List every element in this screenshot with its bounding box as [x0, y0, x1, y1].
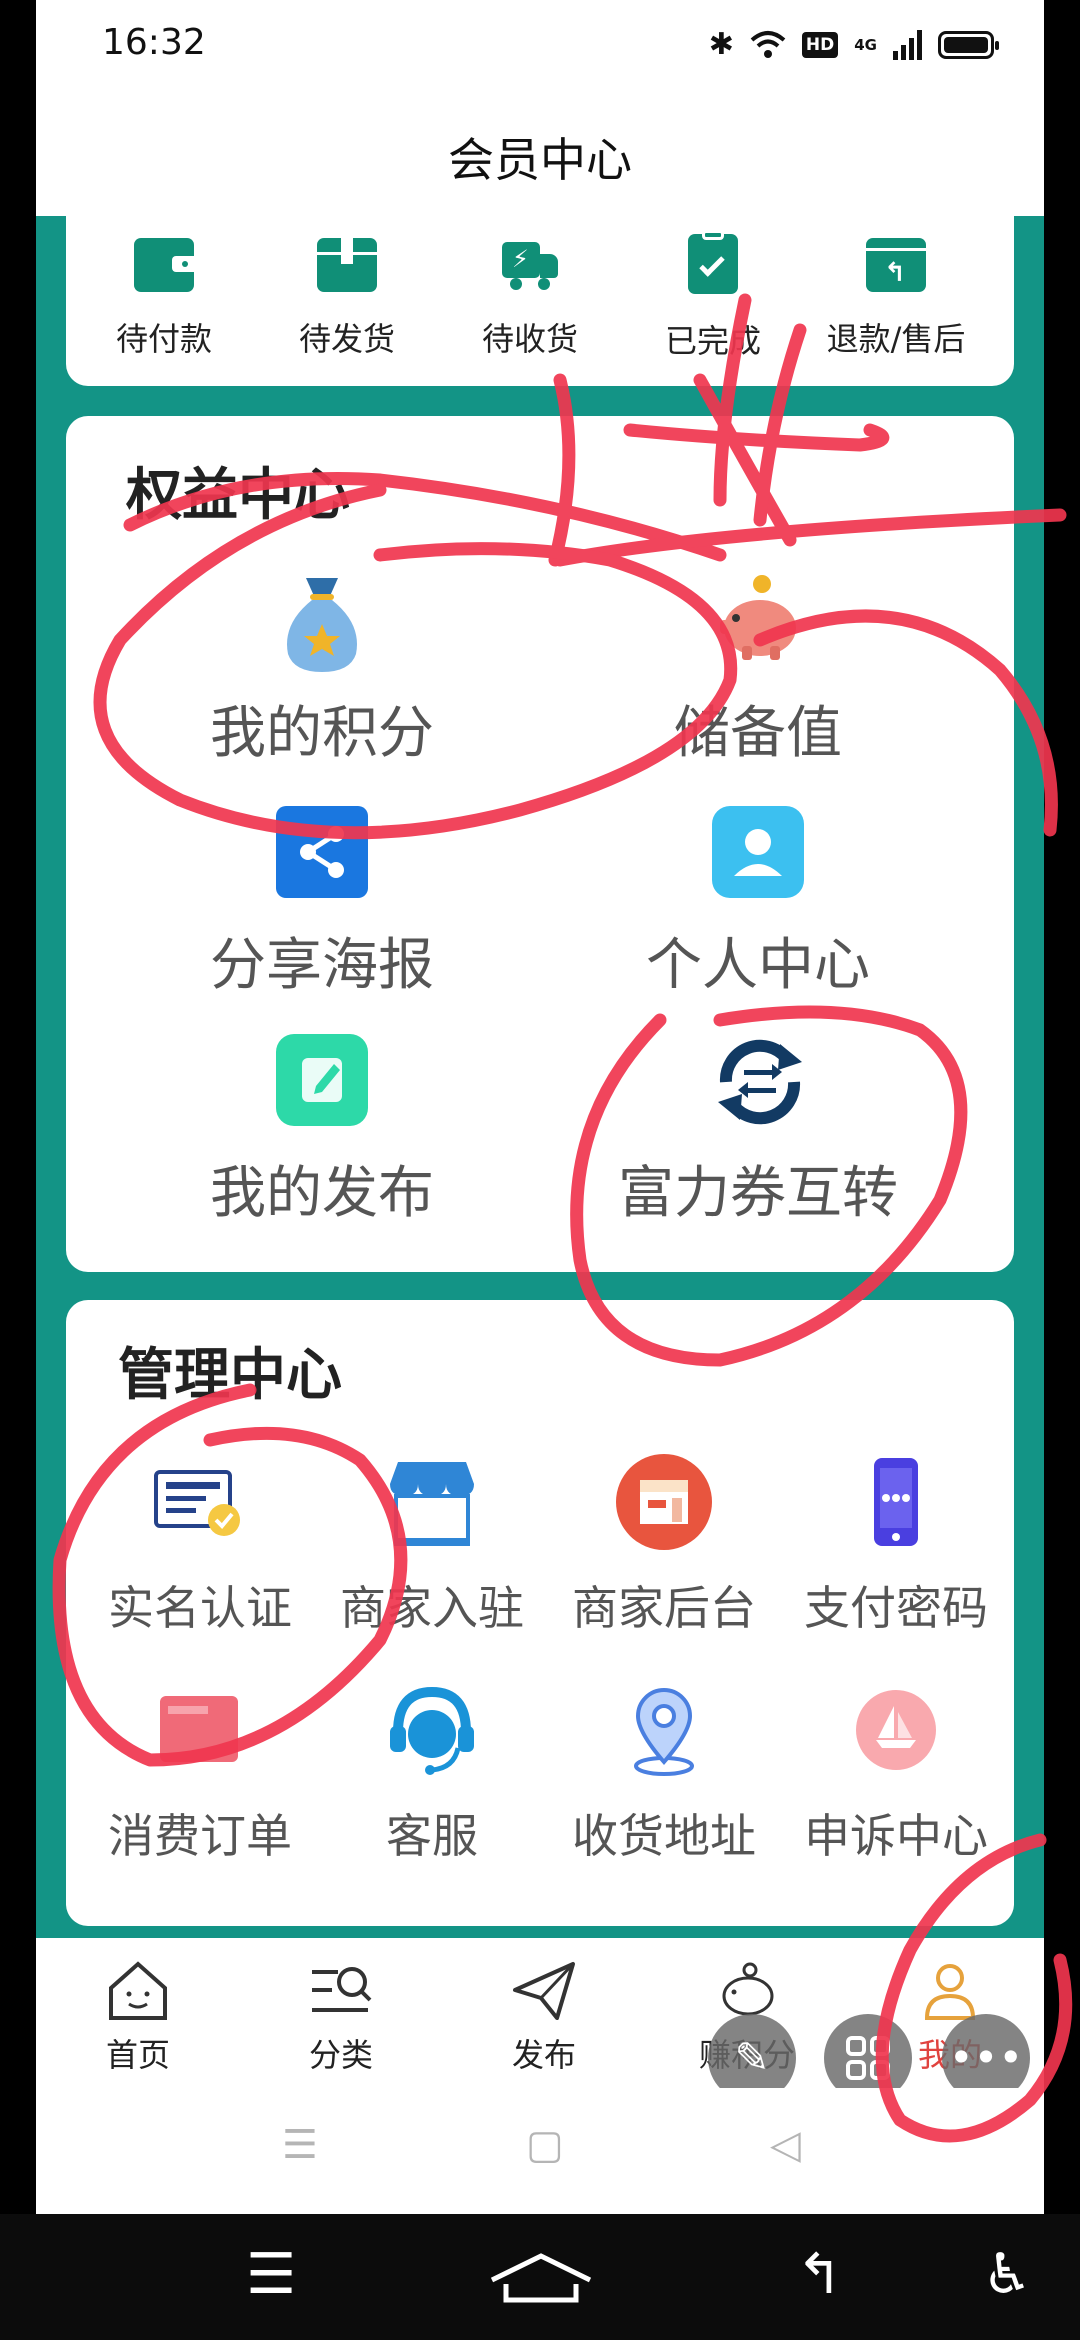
nav-home-label: 首页: [105, 2036, 170, 2074]
paper-plane-icon: [511, 1960, 577, 2022]
benefit-my-posts-label: 我的发布: [210, 1161, 434, 1226]
shop-dashboard-icon: [616, 1454, 712, 1550]
home-square-icon[interactable]: ▢: [526, 2122, 564, 2168]
grid-icon: [846, 2036, 890, 2080]
edit-note-icon: [276, 1034, 368, 1126]
home-icon: [105, 1960, 171, 2022]
benefit-reserve-value-label: 储备值: [674, 701, 842, 766]
mgmt-merchant-join-label: 商家入驻: [340, 1581, 524, 1635]
soft-navigation-bar: ☰ ▢ ◁: [36, 2088, 1044, 2214]
status-time: 16:32: [102, 22, 206, 63]
storefront-icon: [384, 1454, 480, 1550]
id-card-check-icon: [152, 1454, 248, 1550]
back-triangle-icon[interactable]: ◁: [770, 2122, 801, 2168]
user-icon: [917, 1960, 983, 2022]
order-completed[interactable]: 已完成: [628, 230, 798, 378]
mgmt-payment-password[interactable]: 支付密码: [780, 1454, 1012, 1638]
mgmt-merchant-backend[interactable]: 商家后台: [548, 1454, 780, 1638]
mgmt-consumption-orders[interactable]: 消费订单: [84, 1682, 316, 1866]
money-bag-icon: [276, 574, 368, 672]
phone-password-icon: [848, 1454, 944, 1550]
mgmt-real-name-verification[interactable]: 实名认证: [84, 1454, 316, 1638]
mgmt-appeal-center[interactable]: 申诉中心: [780, 1682, 1012, 1866]
delivery-truck-icon: ⚡: [500, 238, 560, 292]
clipboard-check-icon: [688, 230, 738, 294]
device-navigation-bar: ☰ ↰ ♿: [0, 2214, 1080, 2340]
mgmt-shipping-address[interactable]: 收货地址: [548, 1682, 780, 1866]
order-pending-shipment-label: 待发货: [298, 320, 395, 358]
order-pending-payment-label: 待付款: [115, 320, 212, 358]
title-bar: 会员中心: [36, 90, 1044, 216]
battery-icon: [938, 31, 999, 59]
person-icon: [712, 806, 804, 898]
network-type: 4G: [854, 36, 877, 54]
return-box-icon: ↰: [866, 238, 926, 292]
mgmt-customer-service[interactable]: 客服: [316, 1682, 548, 1866]
order-completed-label: 已完成: [664, 322, 761, 360]
wallet-icon: [134, 238, 194, 292]
benefit-coupon-transfer[interactable]: 富力券互转: [548, 1034, 968, 1229]
benefit-share-poster-label: 分享海报: [210, 933, 434, 998]
phone-screen: 16:32 ✱ HD 4G 会员中心 待付款 待发货 ⚡ 待收货 已完成 ↰ 退…: [36, 0, 1044, 2214]
benefit-my-posts[interactable]: 我的发布: [112, 1034, 532, 1229]
wifi-icon: [750, 31, 786, 58]
pencil-icon: ✎: [734, 2033, 770, 2082]
nav-publish[interactable]: 发布: [464, 1960, 624, 2076]
headset-agent-icon: [384, 1682, 480, 1778]
order-refund-aftersale[interactable]: ↰ 退款/售后: [811, 238, 981, 378]
order-pending-shipment[interactable]: 待发货: [262, 238, 432, 378]
mgmt-payment-password-label: 支付密码: [804, 1581, 988, 1635]
more-dots-icon: •••: [948, 2033, 1024, 2082]
mgmt-real-name-verification-label: 实名认证: [108, 1581, 292, 1635]
location-pin-icon: [616, 1682, 712, 1778]
status-icons: ✱ HD 4G: [708, 24, 999, 66]
menu-icon[interactable]: ☰: [282, 2122, 318, 2168]
device-back-icon[interactable]: ↰: [796, 2242, 843, 2307]
benefit-share-poster[interactable]: 分享海报: [112, 806, 532, 1001]
management-card: 管理中心 实名认证 商家入驻 商家后台 支付密码 消费订单 客服 收货地址 申诉…: [66, 1300, 1014, 1926]
hd-badge: HD: [801, 32, 839, 58]
bluetooth-icon: ✱: [708, 27, 734, 62]
management-title: 管理中心: [118, 1343, 342, 1408]
accessibility-icon[interactable]: ♿: [982, 2242, 1032, 2307]
benefits-title: 权益中心: [126, 463, 350, 528]
exchange-icon: [712, 1034, 804, 1126]
benefit-reserve-value[interactable]: 储备值: [548, 574, 968, 769]
package-icon: [317, 238, 377, 292]
device-home-icon[interactable]: [486, 2250, 596, 2310]
receipt-icon: [152, 1682, 248, 1778]
order-pending-receipt-label: 待收货: [481, 320, 578, 358]
page-title: 会员中心: [448, 133, 632, 187]
piggy-bank-icon: [712, 574, 804, 666]
order-pending-payment[interactable]: 待付款: [79, 238, 249, 378]
mgmt-merchant-join[interactable]: 商家入驻: [316, 1454, 548, 1638]
benefit-my-points[interactable]: 我的积分: [112, 574, 532, 769]
order-pending-receipt[interactable]: ⚡ 待收货: [445, 238, 615, 378]
share-icon: [276, 806, 368, 898]
mgmt-merchant-backend-label: 商家后台: [572, 1581, 756, 1635]
mgmt-shipping-address-label: 收货地址: [572, 1809, 756, 1863]
benefit-coupon-transfer-label: 富力券互转: [618, 1161, 898, 1226]
appeal-icon: [848, 1682, 944, 1778]
signal-icon: [893, 30, 922, 60]
piggy-icon: [714, 1960, 780, 2022]
content-area: 待付款 待发货 ⚡ 待收货 已完成 ↰ 退款/售后 权益中心 我的积分 储备值 …: [36, 216, 1044, 1938]
mgmt-consumption-orders-label: 消费订单: [108, 1809, 292, 1863]
benefits-card: 权益中心 我的积分 储备值 分享海报 个人中心 我的发布 富力券互转: [66, 416, 1014, 1272]
status-bar: 16:32 ✱ HD 4G: [36, 0, 1044, 90]
order-refund-aftersale-label: 退款/售后: [826, 320, 966, 358]
category-search-icon: [308, 1960, 374, 2022]
benefit-my-points-label: 我的积分: [210, 701, 434, 766]
benefit-personal-center-label: 个人中心: [646, 933, 870, 998]
nav-publish-label: 发布: [511, 2036, 576, 2074]
mgmt-appeal-center-label: 申诉中心: [804, 1809, 988, 1863]
benefit-personal-center[interactable]: 个人中心: [548, 806, 968, 1001]
nav-home[interactable]: 首页: [58, 1960, 218, 2076]
nav-category[interactable]: 分类: [261, 1960, 421, 2076]
nav-category-label: 分类: [308, 2036, 373, 2074]
device-menu-icon[interactable]: ☰: [246, 2242, 296, 2307]
order-status-card: 待付款 待发货 ⚡ 待收货 已完成 ↰ 退款/售后: [66, 216, 1014, 386]
mgmt-customer-service-label: 客服: [386, 1809, 478, 1863]
